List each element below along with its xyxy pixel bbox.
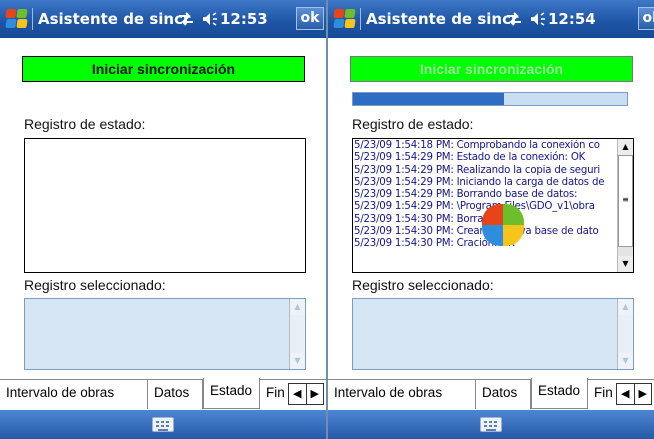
scroll-down-arrow-icon[interactable]: ▼ xyxy=(618,353,633,369)
clock[interactable]: 12:53 xyxy=(220,10,268,28)
keyboard-icon[interactable] xyxy=(480,417,502,432)
vertical-scrollbar[interactable]: ▲ ▼ xyxy=(617,299,633,369)
progress-fill xyxy=(353,93,504,105)
ok-button[interactable]: ok xyxy=(638,7,654,30)
title-separator xyxy=(32,8,33,30)
tab-right-arrow-icon[interactable]: ▶ xyxy=(307,384,324,404)
sync-progress-bar xyxy=(352,92,628,106)
log-line[interactable]: 5/23/09 1:54:29 PM: Iniciando la carga d… xyxy=(354,177,617,189)
start-sync-button[interactable]: Iniciar sincronización xyxy=(22,56,305,82)
tab-datos[interactable]: Datos xyxy=(148,380,203,409)
tab-left-arrow-icon[interactable]: ◀ xyxy=(289,384,307,404)
scroll-thumb[interactable]: ≡ xyxy=(618,155,633,247)
tab-strip: Intervalo de obras Datos Estado Fin ◀ ▶ xyxy=(0,378,326,409)
scroll-down-arrow-icon[interactable]: ▼ xyxy=(290,353,305,369)
selected-log-label: Registro seleccionado: xyxy=(352,277,494,293)
ok-button[interactable]: ok xyxy=(296,7,324,30)
connectivity-icon[interactable] xyxy=(176,9,196,29)
tab-intervalo-de-obras[interactable]: Intervalo de obras xyxy=(328,380,476,409)
tab-strip: Intervalo de obras Datos Estado Fin ◀ ▶ xyxy=(328,378,654,409)
vertical-scrollbar[interactable]: ▲ ▼ xyxy=(289,299,305,369)
tab-left-arrow-icon[interactable]: ◀ xyxy=(617,384,635,404)
connectivity-icon[interactable] xyxy=(504,9,524,29)
window-title: Asistente de sincr xyxy=(38,10,191,28)
tab-scroll-arrows: ◀ ▶ xyxy=(288,383,324,405)
clock[interactable]: 12:54 xyxy=(548,10,596,28)
scroll-up-arrow-icon[interactable]: ▲ xyxy=(618,139,633,155)
log-line[interactable]: 5/23/09 1:54:29 PM: Realizando la copia … xyxy=(354,165,617,177)
keyboard-icon[interactable] xyxy=(152,417,174,432)
tab-estado[interactable]: Estado xyxy=(203,378,260,409)
scroll-up-arrow-icon[interactable]: ▲ xyxy=(618,299,633,315)
vertical-scrollbar[interactable]: ▲ ≡ ▼ xyxy=(617,139,633,272)
selected-log-label: Registro seleccionado: xyxy=(24,277,166,293)
state-log-label: Registro de estado: xyxy=(24,116,146,132)
scroll-down-arrow-icon[interactable]: ▼ xyxy=(618,256,633,272)
title-separator xyxy=(360,8,361,30)
tab-scroll-arrows: ◀ ▶ xyxy=(616,383,652,405)
tab-estado[interactable]: Estado xyxy=(531,378,588,409)
volume-icon[interactable] xyxy=(202,10,218,28)
menu-bar xyxy=(328,410,654,439)
log-line[interactable]: 5/23/09 1:54:29 PM: Estado de la conexió… xyxy=(354,152,617,164)
log-line[interactable]: 5/23/09 1:54:18 PM: Comprobando la conex… xyxy=(354,140,617,152)
state-log-label: Registro de estado: xyxy=(352,116,474,132)
start-sync-button[interactable]: Iniciar sincronización xyxy=(350,56,633,82)
state-log-list[interactable] xyxy=(24,138,306,273)
selected-log-textbox[interactable]: ▲ ▼ xyxy=(352,298,634,370)
title-bar: Asistente de sincr 12:54 ok xyxy=(328,0,654,38)
menu-bar xyxy=(0,410,326,439)
window-title: Asistente de sincr xyxy=(366,10,519,28)
tab-right-arrow-icon[interactable]: ▶ xyxy=(635,384,652,404)
scroll-up-arrow-icon[interactable]: ▲ xyxy=(290,299,305,315)
busy-wait-icon xyxy=(482,204,524,246)
title-bar: Asistente de sincr 12:53 ok xyxy=(0,0,326,38)
tab-intervalo-de-obras[interactable]: Intervalo de obras xyxy=(0,380,148,409)
selected-log-textbox[interactable]: ▲ ▼ xyxy=(24,298,306,370)
windows-start-icon[interactable] xyxy=(333,9,356,29)
log-line[interactable]: 5/23/09 1:54:29 PM: Borrando base de dat… xyxy=(354,189,617,201)
screen-before-sync: Asistente de sincr 12:53 ok Iniciar sinc… xyxy=(0,0,326,439)
volume-icon[interactable] xyxy=(530,10,546,28)
tab-datos[interactable]: Datos xyxy=(476,380,531,409)
windows-start-icon[interactable] xyxy=(5,9,28,29)
